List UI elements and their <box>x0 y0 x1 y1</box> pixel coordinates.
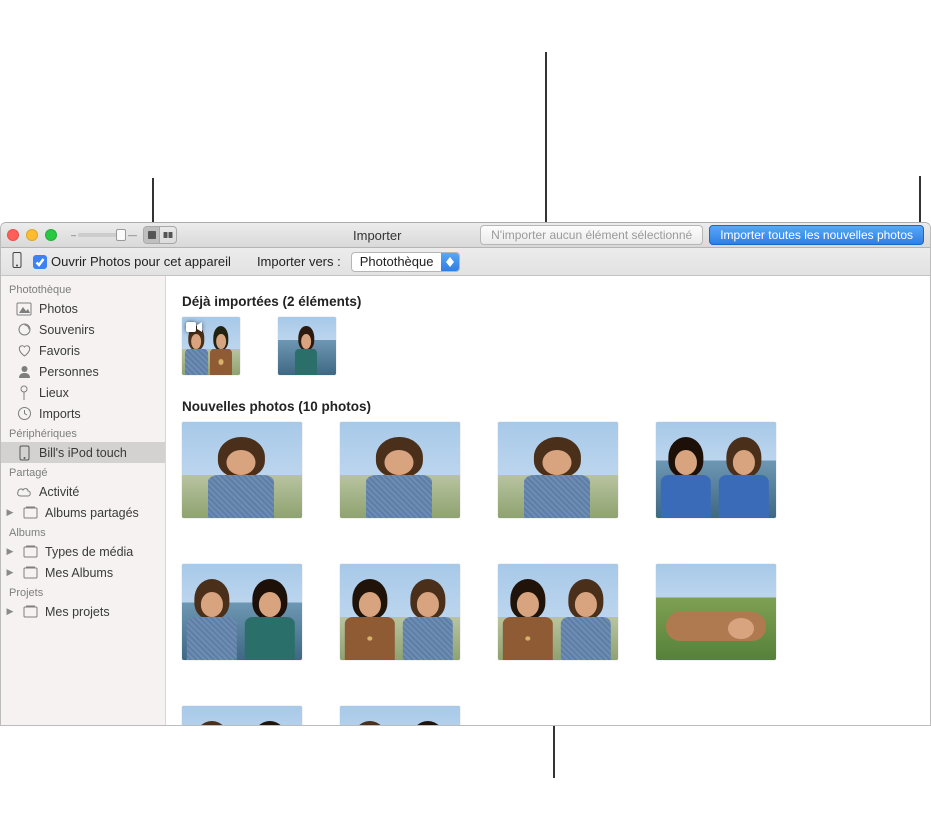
photo-thumbnail[interactable] <box>182 564 302 660</box>
photo-thumbnail[interactable] <box>656 422 776 518</box>
window-controls <box>7 229 57 241</box>
album-icon <box>21 566 39 579</box>
import-all-button[interactable]: Importer toutes les nouvelles photos <box>709 225 924 245</box>
album-icon <box>21 545 39 558</box>
sidebar-item-label: Mes Albums <box>45 566 113 580</box>
sidebar-group-projets: Projets <box>1 583 165 601</box>
zoom-min-tick: – <box>71 230 76 240</box>
window-title: Importer <box>183 228 474 243</box>
chevron-right-icon[interactable]: ▶ <box>5 546 15 557</box>
sidebar-item-imports[interactable]: Imports <box>1 403 165 424</box>
photo-thumbnail[interactable] <box>498 422 618 518</box>
photos-import-window: – — Importer N'importer aucun élément sé… <box>0 222 931 726</box>
import-options-bar: Ouvrir Photos pour cet appareil Importer… <box>1 248 930 276</box>
checkbox-checked-icon <box>33 255 47 269</box>
heart-icon <box>15 344 33 358</box>
cloud-icon <box>15 486 33 498</box>
import-selected-button[interactable]: N'importer aucun élément sélectionné <box>480 225 703 245</box>
sidebar-item-photos[interactable]: Photos <box>1 298 165 319</box>
import-to-popup[interactable]: Photothèque <box>351 252 461 272</box>
zoom-window-button[interactable] <box>45 229 57 241</box>
new-photos-grid <box>182 422 914 725</box>
zoom-max-tick: — <box>128 230 137 240</box>
sidebar-item-label: Activité <box>39 485 79 499</box>
memories-icon <box>15 322 33 337</box>
album-icon <box>21 605 39 618</box>
sidebar-item-souvenirs[interactable]: Souvenirs <box>1 319 165 340</box>
sidebar-group-phototheque: Photothèque <box>1 280 165 298</box>
popup-arrows-icon <box>441 253 459 271</box>
sidebar-item-label: Personnes <box>39 365 99 379</box>
sidebar-item-label: Albums partagés <box>45 506 139 520</box>
already-imported-heading: Déjà importées (2 éléments) <box>182 294 914 309</box>
sidebar-item-label: Mes projets <box>45 605 110 619</box>
new-photos-heading: Nouvelles photos (10 photos) <box>182 399 914 414</box>
sidebar-group-albums: Albums <box>1 523 165 541</box>
import-to-label: Importer vers : <box>257 254 341 269</box>
chevron-right-icon[interactable]: ▶ <box>5 606 15 617</box>
sidebar-item-favoris[interactable]: Favoris <box>1 340 165 361</box>
single-thumb-icon <box>144 227 160 243</box>
already-imported-grid <box>182 317 914 375</box>
chevron-right-icon[interactable]: ▶ <box>5 507 15 518</box>
import-content: Déjà importées (2 éléments) <box>166 276 930 725</box>
open-photos-checkbox[interactable]: Ouvrir Photos pour cet appareil <box>33 254 231 269</box>
pin-icon <box>15 385 33 401</box>
sidebar-item-label: Bill's iPod touch <box>39 446 127 460</box>
thumbnail-zoom-slider[interactable]: – — <box>71 230 137 240</box>
photo-thumbnail[interactable] <box>182 317 240 375</box>
minimize-window-button[interactable] <box>26 229 38 241</box>
sidebar-item-activite[interactable]: Activité <box>1 481 165 502</box>
sidebar-item-label: Souvenirs <box>39 323 95 337</box>
device-icon <box>11 252 23 271</box>
callout-line-top-center <box>545 52 547 240</box>
titlebar: – — Importer N'importer aucun élément sé… <box>1 223 930 248</box>
photo-thumbnail[interactable] <box>340 706 460 725</box>
sidebar-item-lieux[interactable]: Lieux <box>1 382 165 403</box>
sidebar-item-label: Favoris <box>39 344 80 358</box>
view-toggle[interactable] <box>143 226 177 244</box>
device-icon <box>15 445 33 461</box>
photo-thumbnail[interactable] <box>278 317 336 375</box>
chevron-right-icon[interactable]: ▶ <box>5 567 15 578</box>
sidebar-item-label: Photos <box>39 302 78 316</box>
sidebar-item-label: Types de média <box>45 545 133 559</box>
sidebar-group-peripheriques: Périphériques <box>1 424 165 442</box>
album-icon <box>21 506 39 519</box>
photo-thumbnail[interactable] <box>340 564 460 660</box>
sidebar-item-device[interactable]: Bill's iPod touch <box>1 442 165 463</box>
photo-thumbnail[interactable] <box>182 706 302 725</box>
sidebar-group-partage: Partagé <box>1 463 165 481</box>
sidebar-item-label: Lieux <box>39 386 69 400</box>
import-to-value: Photothèque <box>352 254 442 269</box>
clock-icon <box>15 406 33 421</box>
open-photos-label: Ouvrir Photos pour cet appareil <box>51 254 231 269</box>
person-icon <box>15 364 33 379</box>
close-window-button[interactable] <box>7 229 19 241</box>
callout-line-top-right <box>919 176 921 224</box>
sidebar: Photothèque Photos Souvenirs Favoris Per… <box>1 276 166 725</box>
photos-icon <box>15 302 33 316</box>
sidebar-item-types-media[interactable]: ▶ Types de média <box>1 541 165 562</box>
photo-thumbnail[interactable] <box>656 564 776 660</box>
photo-thumbnail[interactable] <box>498 564 618 660</box>
sidebar-item-albums-partages[interactable]: ▶ Albums partagés <box>1 502 165 523</box>
sidebar-item-personnes[interactable]: Personnes <box>1 361 165 382</box>
sidebar-item-mes-projets[interactable]: ▶ Mes projets <box>1 601 165 622</box>
compare-thumb-icon <box>160 227 176 243</box>
photo-thumbnail[interactable] <box>340 422 460 518</box>
video-badge-icon <box>185 320 203 334</box>
sidebar-item-label: Imports <box>39 407 81 421</box>
sidebar-item-mes-albums[interactable]: ▶ Mes Albums <box>1 562 165 583</box>
photo-thumbnail[interactable] <box>182 422 302 518</box>
